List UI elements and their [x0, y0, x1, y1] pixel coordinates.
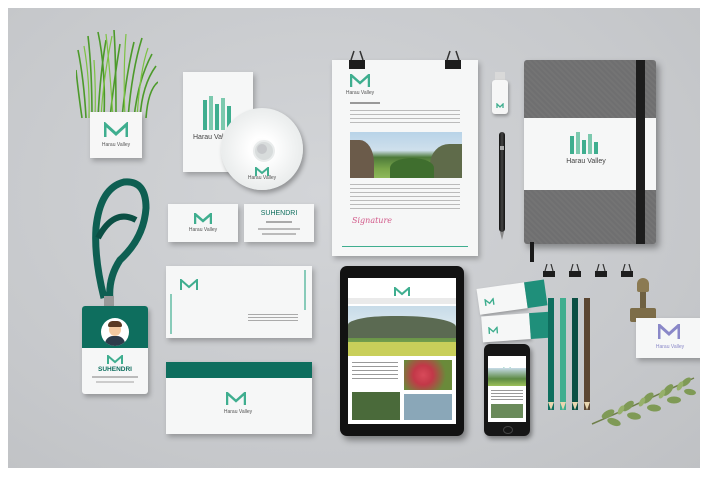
lanyard-icon	[84, 168, 154, 308]
binder-clip-icon	[620, 263, 634, 278]
id-badge: SUHENDRI	[82, 306, 148, 394]
letter-logo-text: Harau Valley	[345, 90, 375, 96]
letterhead: Harau Valley Signature	[332, 60, 478, 256]
binder-clip-icon	[542, 263, 556, 278]
pencil-icon	[548, 298, 554, 410]
cd-logo-text: Harau Valley	[247, 175, 277, 181]
leaf-sprig	[588, 364, 698, 430]
business-card-front: Harau Valley	[168, 204, 238, 242]
pencil-icon	[572, 298, 578, 410]
notebook-logo-text: Harau Valley	[566, 158, 606, 165]
badge-name: SUHENDRI	[98, 366, 132, 373]
ticket	[476, 279, 550, 315]
pen-icon	[498, 132, 506, 240]
envelope-front: Harau Valley	[166, 362, 312, 434]
cd-disc: Harau Valley	[221, 108, 303, 190]
binder-clip-icon	[568, 263, 582, 278]
business-card-back: SUHENDRI	[244, 204, 314, 242]
tablet	[340, 266, 464, 436]
pot-logo-text: Harau Valley	[101, 142, 131, 148]
letter-photo	[350, 132, 462, 178]
usb-drive-icon	[492, 72, 508, 114]
plant-pot-icon: Harau Valley	[75, 29, 159, 160]
binder-clip-icon	[348, 50, 366, 70]
stationery-mockup-scene: Harau Valley SUHENDRI Harau Valley Harau…	[8, 8, 700, 468]
avatar	[101, 318, 129, 346]
envelope-logo-text: Harau Valley	[223, 409, 253, 415]
binder-clip-icon	[444, 50, 462, 70]
phone	[484, 344, 530, 436]
stamp-card: Harau Valley	[636, 318, 700, 358]
card-person-name: SUHENDRI	[260, 210, 298, 217]
tablet-hero-image	[348, 306, 456, 356]
letter-signature: Signature	[352, 216, 393, 225]
stamp-logo-text: Harau Valley	[655, 344, 685, 350]
notebook: Harau Valley	[524, 60, 656, 262]
pencil-icon	[560, 298, 566, 410]
envelope-back	[166, 266, 312, 338]
card-logo-text: Harau Valley	[188, 227, 218, 233]
binder-clip-icon	[594, 263, 608, 278]
ticket	[481, 311, 553, 343]
